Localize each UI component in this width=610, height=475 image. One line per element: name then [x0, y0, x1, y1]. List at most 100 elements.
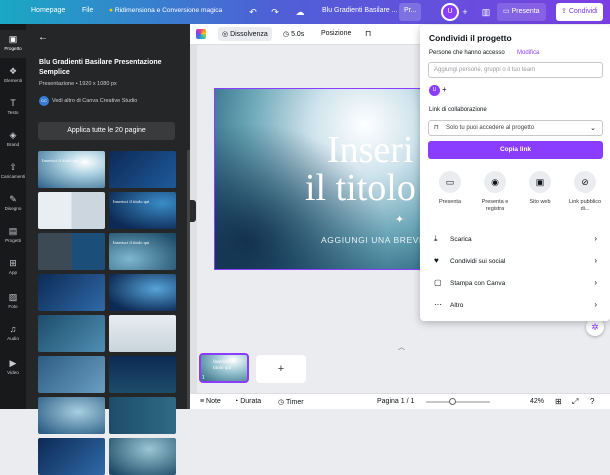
rail-item-progetti[interactable]: ▤ Progetti — [0, 222, 26, 250]
author-link[interactable]: Vedi altro di Canva Creative Studio — [52, 98, 137, 104]
share-action-download[interactable]: ⤓ Scarica › — [428, 231, 603, 249]
app-icon: ⊞ — [9, 258, 17, 268]
share-action-print[interactable]: ▢ Stampa con Canva › — [428, 275, 603, 293]
rail-item-video[interactable]: ▶ Video — [0, 354, 26, 382]
grid-view-icon[interactable]: ⊞ — [555, 397, 562, 406]
rail-item-progetto[interactable]: ▣ Progetto — [0, 30, 26, 58]
template-thumbnail[interactable] — [109, 438, 176, 475]
home-menu[interactable]: Homepage — [31, 7, 65, 14]
zoom-value[interactable]: 42% — [530, 398, 544, 405]
template-thumbnail[interactable]: Inserisci il titolo qui — [109, 192, 176, 229]
template-thumbnail[interactable] — [38, 397, 105, 434]
page-indicator[interactable]: Pagina 1 / 1 — [377, 398, 414, 405]
zoom-slider[interactable] — [426, 398, 490, 405]
chevron-right-icon: › — [594, 278, 597, 287]
social-icon: ♥ — [434, 256, 439, 265]
share-option-record[interactable]: ◉ Presenta e registra — [475, 171, 515, 223]
share-option-public-link[interactable]: ⊘ Link pubblico di... — [565, 171, 605, 223]
share-option-present[interactable]: ▭ Presenta — [430, 171, 470, 223]
share-button[interactable]: ⇪ Condividi — [556, 3, 603, 21]
template-thumbnail[interactable] — [38, 274, 105, 311]
copy-link-button[interactable]: Copia link — [428, 141, 603, 159]
template-thumbnail[interactable] — [38, 233, 105, 270]
template-thumbnail[interactable] — [109, 356, 176, 393]
audio-icon: ♫ — [9, 324, 17, 334]
slide-canvas[interactable]: Inseri il titolo ✦ AGGIUNGI UNA BREVE DE — [214, 88, 430, 270]
slide-title-line1[interactable]: Inseri — [327, 131, 414, 169]
timer-label: Timer — [285, 399, 304, 406]
template-thumbnail[interactable] — [38, 315, 105, 352]
fullscreen-icon[interactable]: ⤢ — [572, 397, 578, 407]
share-action-social[interactable]: ♥ Condividi sui social › — [428, 253, 603, 271]
rail-item-disegno[interactable]: ✎ Disegno — [0, 190, 26, 218]
share-avatar[interactable]: U — [429, 85, 440, 96]
template-thumbnail[interactable] — [109, 315, 176, 352]
template-thumbnail[interactable] — [109, 274, 176, 311]
rail-item-foto[interactable]: ▨ Foto — [0, 288, 26, 316]
rail-item-testo[interactable]: T Testo — [0, 94, 26, 122]
author-avatar: CC — [39, 96, 49, 106]
template-thumbnail[interactable] — [109, 397, 176, 434]
slide-subtitle[interactable]: AGGIUNGI UNA BREVE DE — [321, 235, 429, 245]
collapse-panel-handle[interactable] — [190, 200, 196, 222]
rail-item-app[interactable]: ⊞ App — [0, 254, 26, 282]
add-page-button[interactable]: + — [256, 355, 306, 383]
sparkle-icon: ✦ — [395, 214, 405, 226]
present-button[interactable]: ▭ Presenta — [497, 3, 546, 21]
share-option-label: Sito web — [529, 199, 551, 205]
document-title[interactable]: Blu Gradienti Basilare ... — [322, 7, 397, 14]
avatar[interactable]: U — [441, 3, 459, 21]
template-thumbnail[interactable] — [38, 192, 105, 229]
rail-label: Elementi — [4, 78, 22, 83]
thumbnail-title: Inserisci il titolo qui — [42, 158, 79, 163]
chevron-up-icon[interactable]: ︿ — [398, 342, 405, 352]
dissolve-button[interactable]: ◎ Dissolvenza — [218, 27, 272, 41]
rail-item-audio[interactable]: ♫ Audio — [0, 320, 26, 348]
analytics-icon[interactable]: ▥ — [479, 5, 493, 19]
zoom-slider-knob[interactable] — [449, 398, 457, 405]
rail-item-caricamenti[interactable]: ⇧ Caricamenti — [0, 158, 26, 186]
rail-label: Audio — [7, 336, 19, 341]
share-action-label: Stampa con Canva — [450, 280, 506, 287]
back-arrow-icon[interactable]: ← — [38, 32, 48, 43]
add-collaborator-icon[interactable]: + — [458, 5, 472, 19]
template-thumbnail[interactable] — [38, 438, 105, 475]
template-thumbnail[interactable] — [38, 356, 105, 393]
chevron-right-icon: › — [594, 300, 597, 309]
duration-bottom-label: Durata — [240, 398, 262, 405]
modify-link[interactable]: Modifica — [517, 50, 539, 56]
duration-button[interactable]: ◷ 5.0s — [283, 30, 304, 38]
add-person-icon[interactable]: + — [442, 85, 447, 94]
template-thumbnail[interactable] — [109, 151, 176, 188]
slide-title-line2[interactable]: il titolo — [305, 169, 416, 207]
share-option-label: Link pubblico di... — [568, 199, 602, 212]
add-people-input[interactable]: Aggiungi persone, gruppi o il tuo team — [428, 62, 603, 78]
rail-item-brand[interactable]: ◈ Brand — [0, 126, 26, 154]
pro-button[interactable]: Pr... — [399, 3, 422, 21]
cloud-save-icon[interactable]: ☁ — [293, 5, 307, 19]
lock-icon[interactable]: ⊓ — [365, 29, 371, 38]
share-option-website[interactable]: ▣ Sito web — [520, 171, 560, 223]
rail-item-elementi[interactable]: ❖ Elementi — [0, 62, 26, 90]
timer-icon: ◷ — [278, 399, 286, 406]
share-action-label: Altro — [450, 302, 464, 309]
share-action-more[interactable]: ⋯ Altro › — [428, 297, 603, 315]
notes-button[interactable]: ≡ Note — [200, 398, 221, 405]
template-thumbnail[interactable]: Inserisci il titolo qui — [109, 233, 176, 270]
magic-resize-menu[interactable]: ● Ridimensiona e Conversione magica — [109, 7, 222, 14]
file-menu[interactable]: File — [82, 7, 93, 14]
duration-bottom-button[interactable]: ◔ Durata — [234, 398, 261, 405]
record-icon: ◉ — [484, 171, 506, 193]
template-thumbnail[interactable]: Inserisci il titolo qui — [38, 151, 105, 188]
filmstrip-slide-1[interactable]: Inserisci il titolo qui 1 — [199, 353, 249, 383]
timer-button[interactable]: ◷ Timer — [278, 398, 304, 406]
access-select[interactable]: ⊓ Solo tu puoi accedere al progetto ⌄ — [428, 120, 603, 136]
apply-all-button[interactable]: Applica tutte le 20 pagine — [38, 122, 175, 140]
color-picker-icon[interactable] — [196, 29, 206, 39]
elementi-icon: ❖ — [8, 66, 18, 76]
position-button[interactable]: Posizione — [321, 30, 351, 37]
redo-icon[interactable]: ↷ — [268, 5, 282, 19]
undo-icon[interactable]: ↶ — [246, 5, 260, 19]
help-icon[interactable]: ? — [590, 397, 594, 406]
thumbnail-title: Inserisci il titolo qui — [113, 199, 150, 204]
